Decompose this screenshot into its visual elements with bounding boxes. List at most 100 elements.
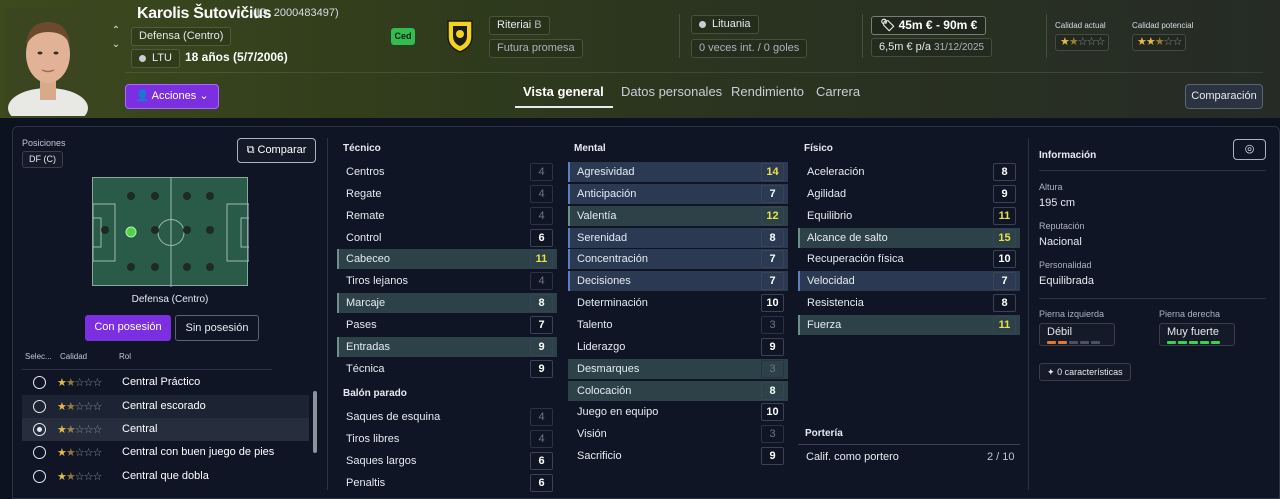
compare-button[interactable]: ⧉ Comparar	[237, 138, 316, 163]
attribute-row[interactable]: Tiros libres 4	[337, 429, 553, 448]
tab-datos-personales[interactable]: Datos personales	[621, 84, 722, 99]
position-name: Defensa (Centro)	[131, 294, 209, 305]
attribute-row[interactable]: Resistencia 8	[798, 294, 1016, 313]
attribute-name: Sacrificio	[577, 450, 622, 463]
comparison-button[interactable]: Comparación	[1185, 84, 1263, 109]
attribute-row[interactable]: Equilibrio 11	[798, 206, 1016, 225]
attribute-row[interactable]: Entradas 9	[337, 337, 553, 356]
club-tier: B	[534, 19, 542, 31]
attribute-name: Tiros libres	[346, 432, 400, 445]
attribute-row[interactable]: Desmarques 3	[568, 359, 784, 378]
radio-button-selected[interactable]	[33, 423, 46, 436]
attribute-row[interactable]: Saques de esquina 4	[337, 408, 553, 426]
attribute-row[interactable]: Visión 3	[568, 425, 784, 444]
attribute-row[interactable]: Técnica 9	[337, 359, 553, 378]
attribute-row[interactable]: Centros 4	[337, 163, 553, 181]
status-badge: Ced	[391, 28, 415, 45]
radio-button[interactable]	[33, 446, 46, 459]
pitch-diagram	[92, 177, 250, 287]
attribute-value: 4	[530, 184, 553, 203]
attribute-name: Colocación	[577, 384, 632, 397]
attribute-value: 4	[530, 272, 553, 291]
fisico-title: Físico	[804, 143, 833, 154]
radio-button[interactable]	[33, 400, 46, 413]
attribute-row[interactable]: Valentía 12	[568, 206, 784, 225]
role-row[interactable]: ★★☆☆☆ Central escorado	[22, 395, 309, 418]
attribute-row[interactable]: Colocación 8	[568, 381, 784, 400]
potential-quality-label: Calidad potencial	[1132, 21, 1194, 30]
tab-carrera[interactable]: Carrera	[816, 84, 860, 99]
attribute-row[interactable]: Anticipación 7	[568, 184, 784, 203]
role-row[interactable]: ★★☆☆☆ Central con buen juego de pies	[22, 441, 309, 464]
attribute-row[interactable]: Pases 7	[337, 315, 553, 334]
role-row[interactable]: ★★☆☆☆ Central que dobla	[22, 465, 309, 488]
nation-code: LTU	[152, 52, 172, 64]
attribute-row[interactable]: Talento 3	[568, 315, 784, 334]
with-ball-toggle[interactable]: Con posesión	[85, 315, 171, 341]
roles-header-select: Selec...	[25, 352, 52, 361]
role-name: Central con buen juego de pies	[122, 446, 275, 458]
without-ball-toggle[interactable]: Sin posesión	[175, 315, 259, 341]
attribute-row[interactable]: Juego en equipo 10	[568, 403, 784, 422]
attribute-row[interactable]: Sacrificio 9	[568, 447, 784, 466]
right-foot-label: Pierna derecha	[1159, 309, 1221, 319]
club-crest-icon[interactable]	[446, 19, 474, 53]
radio-button[interactable]	[33, 470, 46, 483]
attribute-row[interactable]: Regate 4	[337, 184, 553, 203]
foot-meter-segment	[1091, 341, 1100, 344]
club-name-chip[interactable]: Riteriai B	[489, 16, 550, 35]
profile-icon[interactable]: ◎	[1233, 139, 1266, 160]
attribute-row[interactable]: Cabeceo 11	[337, 250, 553, 269]
attribute-value: 6	[530, 451, 553, 470]
nation-name-chip[interactable]: Lituania	[691, 15, 759, 34]
attribute-value: 9	[993, 184, 1016, 203]
chevron-up-icon[interactable]: ⌃	[110, 24, 122, 38]
left-foot-meter	[1047, 341, 1100, 344]
position-code: DF (C)	[29, 154, 56, 164]
attribute-row[interactable]: Concentración 7	[568, 250, 784, 269]
attribute-row[interactable]: Aceleración 8	[798, 163, 1016, 181]
attribute-row[interactable]: Tiros lejanos 4	[337, 272, 553, 291]
chevron-down-icon[interactable]: ⌄	[110, 38, 122, 52]
attribute-row[interactable]: Recuperación física 10	[798, 250, 1016, 269]
attribute-row[interactable]: Decisiones 7	[568, 272, 784, 291]
roles-scrollbar[interactable]	[313, 391, 317, 453]
attribute-row[interactable]: Marcaje 8	[337, 294, 553, 313]
foot-meter-segment	[1047, 341, 1056, 344]
traits-chip[interactable]: ✦ 0 características	[1039, 363, 1131, 381]
tab-rendimiento[interactable]: Rendimiento	[731, 84, 804, 99]
foot-meter-segment	[1189, 341, 1198, 344]
attribute-row[interactable]: Remate 4	[337, 206, 553, 225]
header-divider	[862, 14, 863, 58]
attribute-value: 7	[993, 272, 1016, 291]
person-icon: 👤	[135, 90, 150, 102]
radio-button[interactable]	[33, 376, 46, 389]
attribute-value: 6	[530, 473, 553, 492]
attribute-row[interactable]: Determinación 10	[568, 294, 784, 313]
attribute-row[interactable]: Fuerza 11	[798, 315, 1016, 334]
role-row[interactable]: ★★☆☆☆ Central Práctico	[22, 371, 309, 394]
attribute-row[interactable]: Alcance de salto 15	[798, 228, 1016, 247]
attribute-value: 3	[761, 315, 784, 334]
attribute-row[interactable]: Serenidad 8	[568, 228, 784, 247]
role-row-selected[interactable]: ★★☆☆☆ Central	[22, 418, 309, 441]
attribute-row[interactable]: Agresividad 14	[568, 163, 784, 181]
attribute-row[interactable]: Velocidad 7	[798, 272, 1016, 291]
half-star-icon: ★	[1068, 36, 1079, 48]
actions-button[interactable]: 👤 Acciones ⌄	[125, 84, 219, 109]
attribute-name: Agilidad	[807, 187, 847, 200]
nation-name: Lituania	[712, 18, 751, 30]
roles-divider	[22, 369, 272, 370]
attribute-row[interactable]: Saques largos 6	[337, 451, 553, 470]
value-chip: 🏷 45m € - 90m €	[871, 16, 987, 35]
role-name: Central escorado	[122, 400, 206, 412]
attribute-row[interactable]: Liderazgo 9	[568, 337, 784, 356]
right-foot-meter	[1167, 341, 1220, 344]
attribute-row[interactable]: Control 6	[337, 228, 553, 247]
tab-vista-general[interactable]: Vista general	[523, 84, 604, 99]
nation-chip[interactable]: LTU	[131, 49, 180, 68]
attribute-row[interactable]: Agilidad 9	[798, 184, 1016, 203]
compare-label: Comparar	[257, 144, 307, 156]
attribute-name: Saques largos	[346, 454, 417, 467]
attribute-row[interactable]: Penaltis 6	[337, 473, 553, 492]
